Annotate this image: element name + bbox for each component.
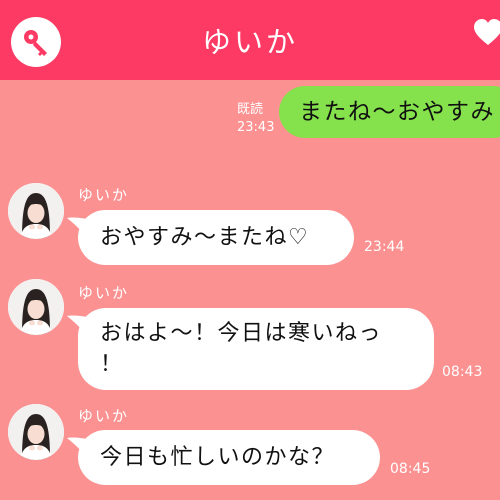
avatar[interactable] bbox=[8, 404, 64, 460]
avatar-portrait-icon bbox=[8, 183, 64, 239]
sender-name: ゆいか bbox=[78, 284, 130, 302]
outgoing-message-text: またね〜おやすみ bbox=[299, 99, 495, 125]
avatar-portrait-icon bbox=[8, 404, 64, 460]
message-line: おはよ〜！今日は寒いねっ bbox=[100, 321, 383, 346]
read-receipt: 既読 bbox=[237, 102, 264, 117]
avatar[interactable] bbox=[8, 183, 64, 239]
message-line: おやすみ〜またね♡ bbox=[100, 225, 310, 250]
message-bubble[interactable]: 今日も忙しいのかな？ bbox=[78, 430, 380, 485]
sender-name: ゆいか bbox=[78, 186, 130, 204]
message-bubble[interactable]: おやすみ〜またね♡ bbox=[78, 210, 354, 265]
message-line: 今日も忙しいのかな？ bbox=[100, 445, 336, 470]
chat-title: ゆいか bbox=[201, 25, 298, 59]
avatar[interactable] bbox=[8, 279, 64, 335]
message-timestamp: 23:44 bbox=[364, 239, 405, 255]
heart-icon[interactable] bbox=[473, 18, 500, 52]
outgoing-timestamp: 23:43 bbox=[237, 120, 275, 135]
message-bubble[interactable]: おはよ〜！今日は寒いねっ ！ bbox=[78, 308, 434, 390]
sender-name: ゆいか bbox=[78, 407, 130, 425]
chat-header: ゆいか bbox=[0, 0, 500, 80]
message-line: ！ bbox=[100, 352, 124, 377]
message-timestamp: 08:43 bbox=[442, 364, 483, 380]
avatar-portrait-icon bbox=[8, 279, 64, 335]
message-timestamp: 08:45 bbox=[390, 461, 431, 477]
outgoing-message-bubble[interactable]: またね〜おやすみ bbox=[279, 86, 500, 138]
